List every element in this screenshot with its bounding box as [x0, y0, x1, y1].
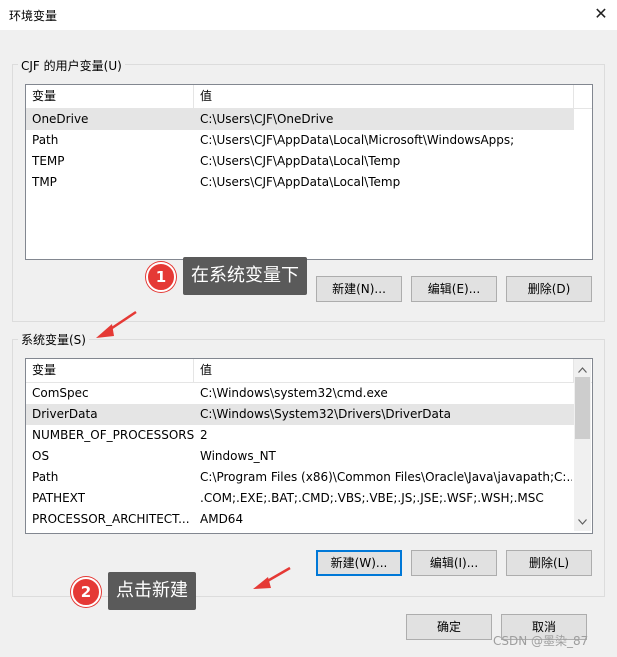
variable-name: Path — [32, 470, 59, 484]
table-row[interactable]: PROCESSOR_ARCHITECT... AMD64 — [26, 509, 574, 530]
scrollbar-thumb[interactable] — [575, 377, 590, 439]
variable-name: DriverData — [32, 407, 98, 421]
arrow-icon — [96, 310, 137, 338]
variable-value: .COM;.EXE;.BAT;.CMD;.VBS;.VBE;.JS;.JSE;.… — [200, 491, 544, 505]
table-row[interactable]: OneDrive C:\Users\CJF\OneDrive — [26, 109, 574, 130]
scroll-up-icon[interactable] — [578, 367, 587, 373]
column-header-variable[interactable]: 变量 — [26, 85, 194, 108]
system-variables-label: 系统变量(S) — [18, 331, 89, 348]
scroll-down-icon[interactable] — [578, 519, 587, 525]
step-1-callout: 在系统变量下 — [183, 257, 307, 295]
table-row[interactable]: DriverData C:\Windows\System32\Drivers\D… — [26, 404, 574, 425]
user-edit-button[interactable]: 编辑(E)... — [411, 276, 497, 302]
arrow-icon — [253, 566, 291, 589]
variable-name: ComSpec — [32, 386, 89, 400]
column-header-variable[interactable]: 变量 — [26, 359, 194, 382]
step-2-badge: 2 — [71, 577, 101, 607]
step-2-callout: 点击新建 — [108, 572, 196, 610]
list-header: 变量 值 — [26, 359, 592, 383]
user-new-button[interactable]: 新建(N)... — [316, 276, 402, 302]
variable-value: 2 — [200, 428, 208, 442]
variable-value: AMD64 — [200, 512, 244, 526]
variable-value: C:\Windows\System32\Drivers\DriverData — [200, 407, 451, 421]
column-header-value[interactable]: 值 — [194, 359, 574, 382]
window-title: 环境变量 — [9, 9, 58, 23]
column-header-value[interactable]: 值 — [194, 85, 574, 108]
table-row[interactable]: ComSpec C:\Windows\system32\cmd.exe — [26, 383, 574, 404]
variable-value: C:\Users\CJF\OneDrive — [200, 112, 334, 126]
system-edit-button[interactable]: 编辑(I)... — [411, 550, 497, 576]
vertical-scrollbar[interactable] — [574, 359, 591, 531]
variable-name: NUMBER_OF_PROCESSORS — [32, 428, 195, 442]
table-row[interactable]: TMP C:\Users\CJF\AppData\Local\Temp — [26, 172, 574, 193]
title-bar — [0, 0, 617, 30]
variable-name: Path — [32, 133, 59, 147]
variable-name: PATHEXT — [32, 491, 86, 505]
table-row[interactable]: OS Windows_NT — [26, 446, 574, 467]
system-new-button[interactable]: 新建(W)... — [316, 550, 402, 576]
table-row[interactable]: Path C:\Users\CJF\AppData\Local\Microsof… — [26, 130, 574, 151]
system-variables-list[interactable]: 变量 值 ComSpec C:\Windows\system32\cmd.exe… — [25, 358, 593, 534]
table-row[interactable]: PATHEXT .COM;.EXE;.BAT;.CMD;.VBS;.VBE;.J… — [26, 488, 574, 509]
ok-button[interactable]: 确定 — [406, 614, 492, 640]
variable-name: TEMP — [32, 154, 65, 168]
table-row[interactable]: NUMBER_OF_PROCESSORS 2 — [26, 425, 574, 446]
variable-name: PROCESSOR_ARCHITECT... — [32, 512, 190, 526]
variable-name: TMP — [32, 175, 57, 189]
watermark: CSDN @墨染_87 — [493, 634, 589, 648]
variable-name: OneDrive — [32, 112, 89, 126]
user-delete-button[interactable]: 删除(D) — [506, 276, 592, 302]
table-row[interactable]: Path C:\Program Files (x86)\Common Files… — [26, 467, 574, 488]
variable-value: C:\Users\CJF\AppData\Local\Microsoft\Win… — [200, 133, 515, 147]
user-variables-label: CJF 的用户变量(U) — [18, 57, 125, 74]
variable-value: C:\Users\CJF\AppData\Local\Temp — [200, 175, 401, 189]
variable-value: C:\Users\CJF\AppData\Local\Temp — [200, 154, 401, 168]
list-header: 变量 值 — [26, 85, 592, 109]
table-row[interactable]: TEMP C:\Users\CJF\AppData\Local\Temp — [26, 151, 574, 172]
close-icon[interactable]: ✕ — [591, 2, 611, 26]
variable-value: C:\Windows\system32\cmd.exe — [200, 386, 388, 400]
variable-value: Windows_NT — [200, 449, 276, 463]
variable-value: C:\Program Files (x86)\Common Files\Orac… — [200, 470, 572, 484]
user-variables-list[interactable]: 变量 值 OneDrive C:\Users\CJF\OneDrive Path… — [25, 84, 593, 260]
system-delete-button[interactable]: 删除(L) — [506, 550, 592, 576]
variable-name: OS — [32, 449, 50, 463]
step-1-badge: 1 — [146, 262, 176, 292]
